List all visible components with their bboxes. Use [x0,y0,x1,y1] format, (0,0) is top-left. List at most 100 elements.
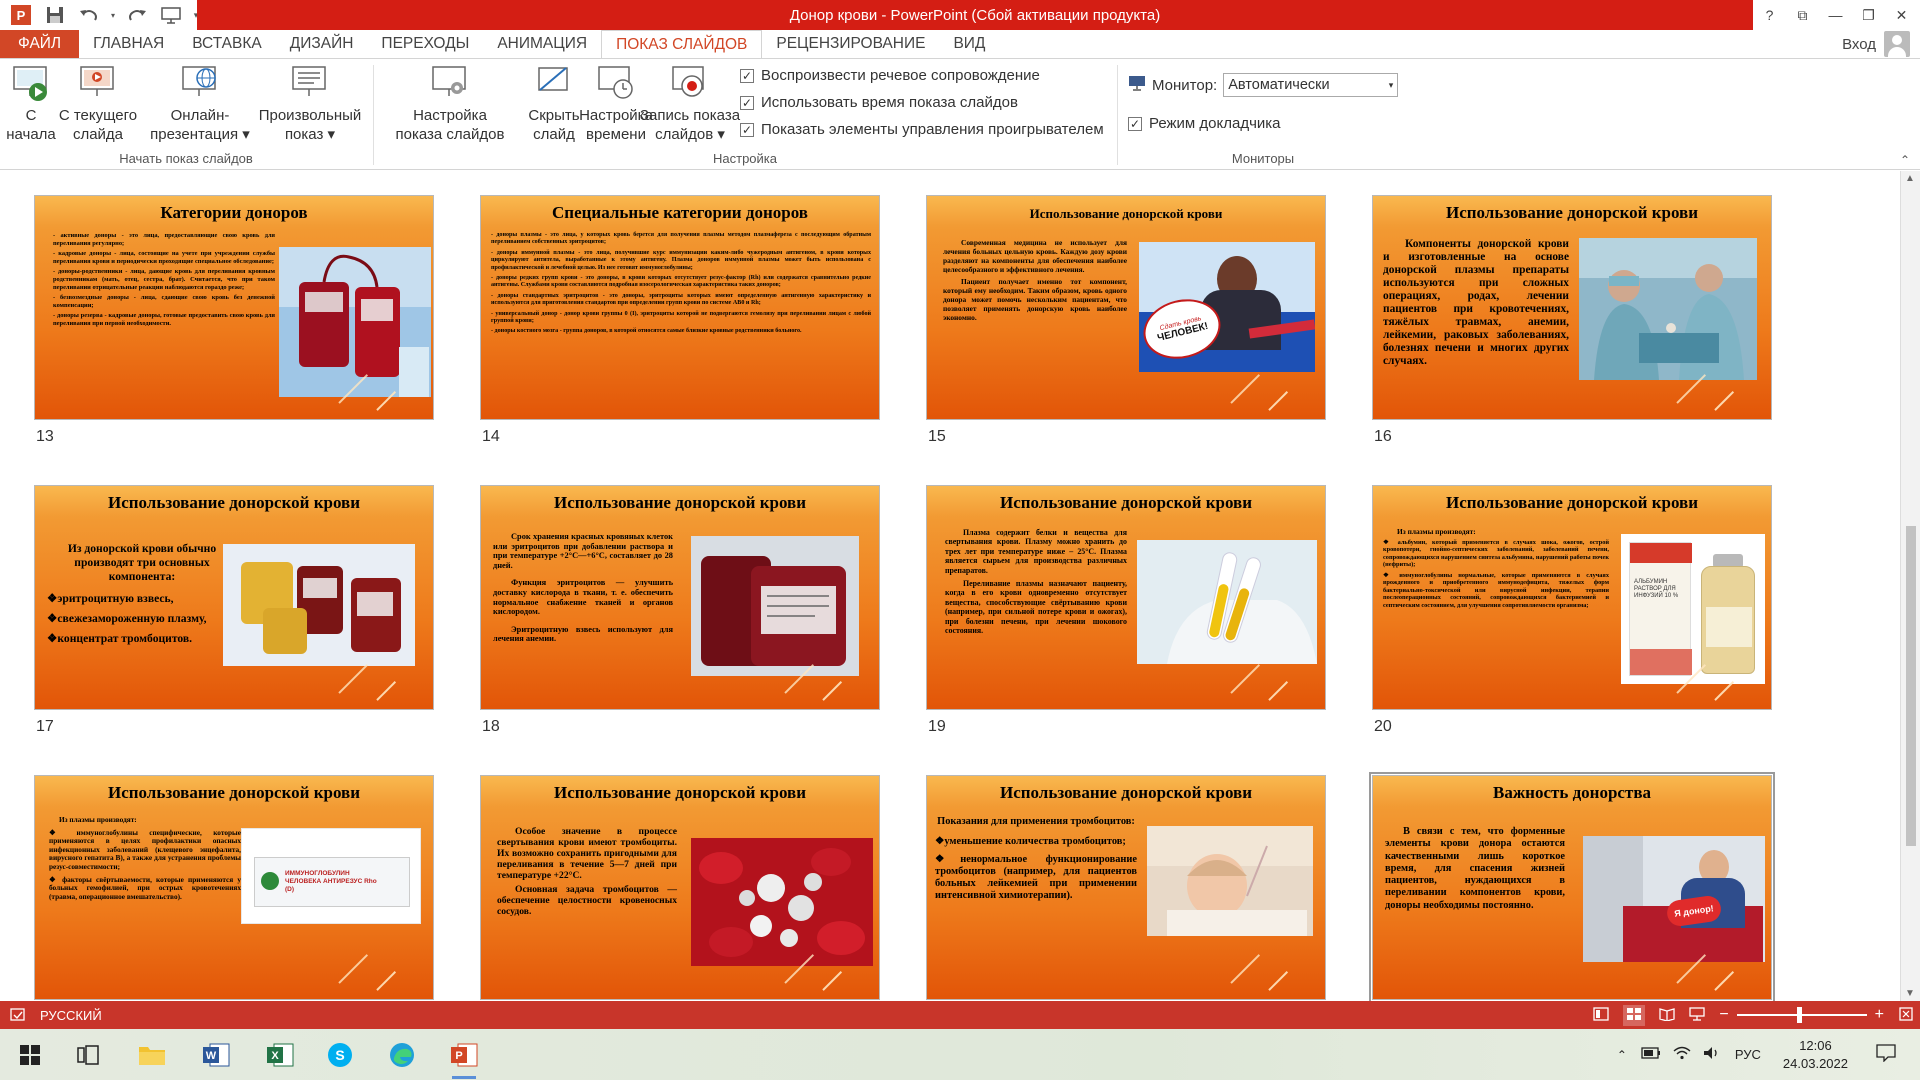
tab-slide-show[interactable]: ПОКАЗ СЛАЙДОВ [601,30,763,58]
from-current-slide-button[interactable]: С текущего слайда [58,63,138,144]
fit-to-window-icon[interactable] [1898,1006,1914,1025]
volume-icon[interactable] [1703,1046,1721,1063]
slide-thumbnail-22[interactable]: Использование донорской крови Особое зна… [480,775,880,1000]
show-media-controls-checkbox[interactable]: ✓ Показать элементы управления проигрыва… [740,121,1104,138]
notifications-icon[interactable] [1876,1044,1896,1065]
spelling-check-icon[interactable] [10,1007,26,1026]
undo-dropdown-icon[interactable]: ▾ [108,2,118,28]
play-narrations-check-mark[interactable]: ✓ [740,68,754,83]
skype-app-icon[interactable]: S [320,1035,360,1075]
slide-title: Категории доноров [160,203,308,222]
powerpoint-taskbar-icon[interactable]: P [444,1035,484,1079]
zoom-slider-knob[interactable] [1796,1007,1802,1023]
tab-transitions[interactable]: ПЕРЕХОДЫ [367,30,483,58]
reading-view-icon[interactable] [1659,1007,1675,1024]
slide-body: Показания для применения тромбоцитов: ❖у… [935,816,1137,905]
normal-view-icon[interactable] [1593,1006,1609,1024]
language-status[interactable]: РУССКИЙ [40,1008,102,1023]
slide-paragraph: Эритроцитную взвесь используют для лечен… [493,624,673,644]
use-timings-checkbox[interactable]: ✓ Использовать время показа слайдов [740,94,1018,111]
setup-slideshow-label-2: показа слайдов [395,126,505,143]
scroll-down-icon[interactable]: ▼ [1905,988,1915,999]
ribbon-display-options-button[interactable]: ⧉ [1786,0,1819,30]
wifi-icon[interactable] [1673,1046,1691,1063]
slide-decoration [376,680,396,700]
slide-thumbnail-18[interactable]: Использование донорской крови Срок хране… [480,485,880,710]
scrollbar-thumb[interactable] [1906,526,1916,846]
slideshow-view-icon[interactable] [1689,1006,1705,1024]
redo-icon[interactable] [122,2,152,28]
windows-start-icon[interactable] [10,1035,50,1075]
tab-review[interactable]: РЕЦЕНЗИРОВАНИЕ [762,30,939,58]
from-beginning-button[interactable]: С начала [6,63,56,144]
collapse-ribbon-icon[interactable]: ⌃ [1900,153,1910,167]
online-presentation-button[interactable]: Онлайн- презентация ▾ [148,63,252,144]
tab-design[interactable]: ДИЗАЙН [276,30,368,58]
scroll-up-icon[interactable]: ▲ [1905,173,1915,184]
input-language-indicator[interactable]: РУС [1735,1047,1761,1062]
user-avatar-icon[interactable] [1884,31,1910,57]
zoom-in-button[interactable]: + [1875,1006,1884,1024]
play-narrations-label: Воспроизвести речевое сопровождение [761,67,1040,84]
slide-intro: Из плазмы производят: [59,815,137,824]
slide-thumbnail-19[interactable]: Использование донорской крови Плазма сод… [926,485,1326,710]
use-timings-check-mark[interactable]: ✓ [740,95,754,110]
plasma-test-tube-picture [1137,540,1317,664]
undo-icon[interactable] [74,2,104,28]
slide-bullet: ❖ иммуноглобулины специфические, которые… [49,827,241,871]
slide-bullet: ❖ненормальное функционирование тромбоцит… [935,854,1137,901]
battery-icon[interactable] [1641,1047,1661,1062]
tray-overflow-chevron-icon[interactable]: ⌃ [1617,1048,1627,1062]
slide-thumbnail-13[interactable]: Категории доноров - активные доноры - эт… [34,195,434,420]
tab-animations[interactable]: АНИМАЦИЯ [483,30,601,58]
slide-number: 19 [928,718,946,735]
zoom-slider[interactable] [1736,1007,1867,1023]
save-icon[interactable] [40,2,70,28]
powerpoint-app-icon[interactable]: P [6,2,36,28]
slide-title: Использование донорской крови [107,783,361,802]
zoom-out-button[interactable]: − [1719,1006,1728,1024]
edge-browser-icon[interactable] [382,1035,422,1075]
tab-view[interactable]: ВИД [939,30,999,58]
presenter-view-checkbox[interactable]: ✓ Режим докладчика [1128,115,1281,132]
help-button[interactable]: ? [1753,0,1786,30]
tab-file[interactable]: ФАЙЛ [0,30,80,58]
restore-button[interactable]: ❐ [1852,0,1885,30]
slide-thumbnail-16[interactable]: Использование донорской крови Компоненты… [1372,195,1772,420]
close-button[interactable]: ✕ [1885,0,1918,30]
taskbar-clock[interactable]: 12:06 24.03.2022 [1783,1037,1848,1073]
vertical-scrollbar[interactable]: ▲ ▼ [1900,171,1920,1001]
sign-in-label[interactable]: Вход [1842,36,1876,53]
word-app-icon[interactable]: W [196,1035,236,1075]
setup-slideshow-button[interactable]: Настройка показа слайдов [386,63,514,144]
minimize-button[interactable]: — [1819,0,1852,30]
slide-bullet: ❖свежезамороженную плазму, [47,612,207,625]
file-explorer-icon[interactable] [132,1035,172,1075]
sign-in[interactable]: Вход [1842,30,1910,58]
task-view-icon[interactable] [68,1035,108,1075]
custom-show-button[interactable]: Произвольный показ ▾ [254,63,366,144]
excel-app-icon[interactable]: X [260,1035,300,1075]
tab-insert[interactable]: ВСТАВКА [178,30,276,58]
show-media-controls-check-mark[interactable]: ✓ [740,122,754,137]
slide-sorter-view-icon[interactable] [1623,1004,1646,1026]
slide-thumbnail-17[interactable]: Использование донорской крови Из донорск… [34,485,434,710]
from-beginning-label-2: начала [6,126,56,143]
slide-thumbnail-23[interactable]: Использование донорской крови Показания … [926,775,1326,1000]
slide-paragraph: - активные доноры - это лица, предоставл… [53,232,275,247]
monitor-select[interactable]: Автоматически ▾ [1223,73,1399,97]
record-slideshow-button[interactable]: Запись показа слайдов ▾ [636,63,744,144]
slide-thumbnail-24[interactable]: Важность донорства В связи с тем, что фо… [1369,772,1775,1001]
presenter-view-check-mark[interactable]: ✓ [1128,116,1142,131]
start-slideshow-icon[interactable] [156,2,186,28]
slide-thumbnail-21[interactable]: Использование донорской крови Из плазмы … [34,775,434,1000]
slide-thumbnail-15[interactable]: Использование донорской крови Современна… [926,195,1326,420]
slide-thumbnail-20[interactable]: Использование донорской крови Из плазмы … [1372,485,1772,710]
play-narrations-checkbox[interactable]: ✓ Воспроизвести речевое сопровождение [740,67,1040,84]
slide-decoration [376,970,396,990]
slide-decoration [1230,953,1260,983]
slide-decoration [1230,663,1260,693]
custom-show-icon [290,63,330,103]
tab-home[interactable]: ГЛАВНАЯ [79,30,178,58]
slide-thumbnail-14[interactable]: Специальные категории доноров - доноры п… [480,195,880,420]
